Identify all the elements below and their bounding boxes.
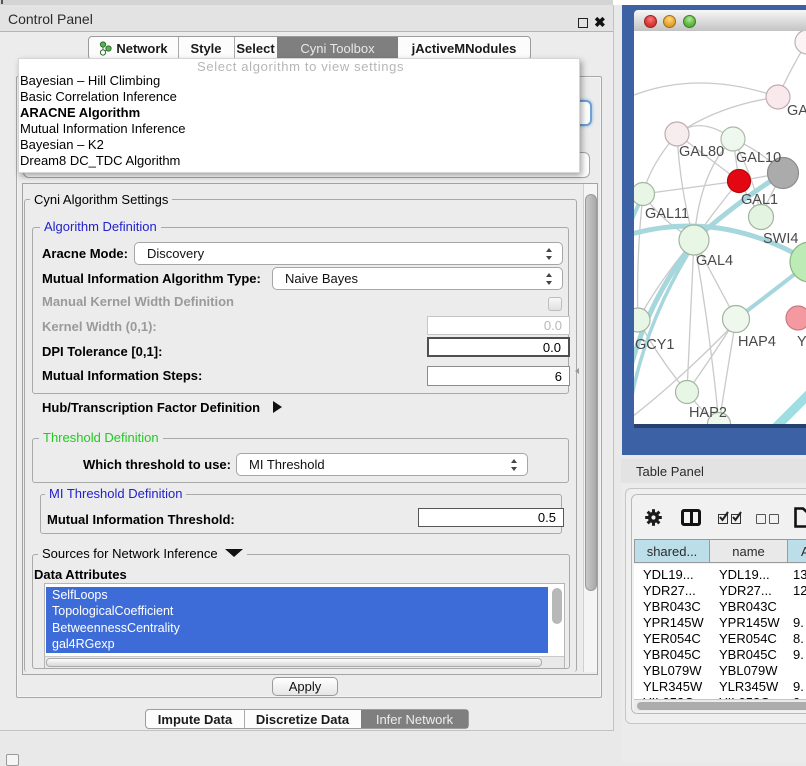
svg-text:GAL11: GAL11: [645, 206, 689, 222]
svg-text:GAL10: GAL10: [736, 150, 781, 166]
svg-text:Y: Y: [797, 334, 806, 350]
svg-text:GAL1: GAL1: [741, 192, 778, 208]
svg-text:GAL4: GAL4: [696, 253, 733, 269]
svg-text:HAP4: HAP4: [738, 334, 776, 350]
svg-text:GCY1: GCY1: [635, 337, 675, 353]
svg-text:HAP2: HAP2: [689, 405, 727, 421]
svg-text:SWI4: SWI4: [763, 231, 798, 247]
svg-text:GAL80: GAL80: [679, 144, 724, 160]
svg-text:GAL: GAL: [787, 103, 806, 119]
